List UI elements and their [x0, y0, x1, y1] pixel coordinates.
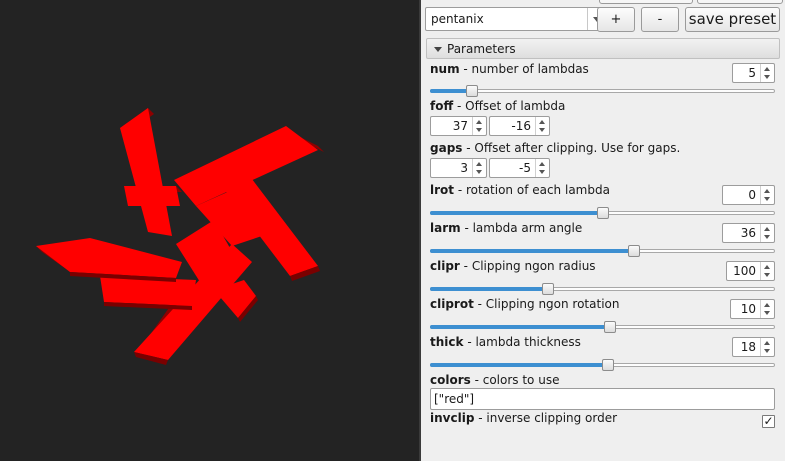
spin-arrows-icon[interactable] [760, 338, 774, 356]
shape-faces [36, 108, 318, 360]
param-num-value: 5 [748, 66, 756, 80]
slider-handle[interactable] [628, 245, 640, 257]
spin-arrows-icon[interactable] [535, 117, 549, 135]
preset-select-value: pentanix [431, 12, 484, 26]
spin-arrows-icon[interactable] [472, 159, 486, 177]
param-thick-value: 18 [740, 340, 756, 354]
param-larm-spinbox[interactable]: 36 [722, 223, 775, 243]
param-lrot-desc: - rotation of each lambda [454, 183, 610, 197]
param-colors-desc: - colors to use [470, 373, 560, 387]
3d-viewport[interactable] [0, 0, 419, 461]
preset-select[interactable]: pentanix [425, 7, 607, 31]
spin-arrows-icon[interactable] [760, 300, 774, 318]
param-larm-value: 36 [740, 226, 756, 240]
slider-fill [430, 89, 468, 93]
spin-arrows-icon[interactable] [760, 224, 774, 242]
slider-fill [430, 287, 544, 291]
param-gaps-y-spinbox[interactable]: -5 [489, 158, 550, 178]
top-stub-right [697, 0, 783, 4]
param-thick-desc: - lambda thickness [463, 335, 581, 349]
param-invclip-checkbox[interactable]: ✓ [762, 415, 775, 428]
slider-fill [430, 325, 606, 329]
param-larm-slider[interactable] [430, 245, 775, 257]
pentanix-shape [36, 108, 324, 365]
slider-fill [430, 363, 604, 367]
spin-arrows-icon[interactable] [535, 159, 549, 177]
param-foff-desc: - Offset of lambda [453, 99, 566, 113]
param-foff-x-value: 37 [452, 119, 468, 133]
param-foff-y-spinbox[interactable]: -16 [489, 116, 550, 136]
param-lrot-spinbox[interactable]: 0 [722, 185, 775, 205]
param-invclip-desc: - inverse clipping order [474, 411, 618, 425]
param-colors-label: colors - colors to use [430, 373, 559, 387]
slider-groove [430, 89, 775, 93]
param-lrot-name: lrot [430, 183, 455, 197]
param-thick-label: thick - lambda thickness [430, 335, 581, 349]
param-gaps-name: gaps [430, 141, 463, 155]
param-colors-name: colors [430, 373, 471, 387]
slider-handle[interactable] [597, 207, 609, 219]
param-cliprot-slider[interactable] [430, 321, 775, 333]
param-gaps-desc: - Offset after clipping. Use for gaps. [462, 141, 681, 155]
param-foff-label: foff - Offset of lambda [430, 99, 565, 113]
slider-handle[interactable] [542, 283, 554, 295]
slider-handle[interactable] [602, 359, 614, 371]
param-gaps-x-spinbox[interactable]: 3 [430, 158, 487, 178]
param-gaps-x-value: 3 [460, 161, 468, 175]
param-thick-slider[interactable] [430, 359, 775, 371]
param-larm-label: larm - lambda arm angle [430, 221, 582, 235]
slider-handle[interactable] [604, 321, 616, 333]
param-thick-spinbox[interactable]: 18 [732, 337, 775, 357]
param-larm-name: larm [430, 221, 461, 235]
param-clipr-desc: - Clipping ngon radius [459, 259, 596, 273]
spin-arrows-icon[interactable] [472, 117, 486, 135]
param-invclip-name: invclip [430, 411, 475, 425]
parameters-group-title: Parameters [447, 42, 516, 56]
param-lrot-slider[interactable] [430, 207, 775, 219]
param-colors-input[interactable]: ["red"] [430, 388, 775, 410]
param-larm-desc: - lambda arm angle [460, 221, 583, 235]
param-cliprot-value: 10 [740, 302, 756, 316]
spin-arrows-icon[interactable] [760, 64, 774, 82]
param-foff-y-value: -16 [511, 119, 531, 133]
save-preset-button[interactable]: save preset [685, 7, 780, 32]
top-stub-left [599, 0, 693, 4]
spin-arrows-icon[interactable] [760, 186, 774, 204]
param-invclip-label: invclip - inverse clipping order [430, 411, 617, 425]
param-clipr-name: clipr [430, 259, 460, 273]
collapse-triangle-icon[interactable] [434, 47, 442, 52]
param-foff-x-spinbox[interactable]: 37 [430, 116, 487, 136]
param-num-name: num [430, 62, 460, 76]
parameters-group-header[interactable]: Parameters [426, 38, 780, 59]
param-cliprot-desc: - Clipping ngon rotation [473, 297, 620, 311]
remove-preset-button[interactable]: - [641, 7, 679, 32]
slider-fill [430, 249, 630, 253]
spin-arrows-icon[interactable] [760, 262, 774, 280]
param-gaps-y-value: -5 [519, 161, 531, 175]
add-preset-button[interactable]: + [597, 7, 635, 32]
param-colors-value: ["red"] [434, 392, 475, 406]
param-lrot-label: lrot - rotation of each lambda [430, 183, 610, 197]
param-thick-name: thick [430, 335, 464, 349]
param-num-label: num - number of lambdas [430, 62, 589, 76]
param-cliprot-name: cliprot [430, 297, 474, 311]
param-clipr-spinbox[interactable]: 100 [726, 261, 775, 281]
param-cliprot-spinbox[interactable]: 10 [730, 299, 775, 319]
param-foff-name: foff [430, 99, 454, 113]
slider-handle[interactable] [466, 85, 478, 97]
customizer-panel: pentanix + - save preset Parameters num … [421, 0, 785, 461]
param-gaps-label: gaps - Offset after clipping. Use for ga… [430, 141, 680, 155]
param-clipr-slider[interactable] [430, 283, 775, 295]
slider-fill [430, 211, 599, 215]
param-cliprot-label: cliprot - Clipping ngon rotation [430, 297, 619, 311]
param-lrot-value: 0 [748, 188, 756, 202]
param-clipr-label: clipr - Clipping ngon radius [430, 259, 596, 273]
param-num-desc: - number of lambdas [459, 62, 589, 76]
param-num-spinbox[interactable]: 5 [732, 63, 775, 83]
param-clipr-value: 100 [733, 264, 756, 278]
param-num-slider[interactable] [430, 85, 775, 97]
